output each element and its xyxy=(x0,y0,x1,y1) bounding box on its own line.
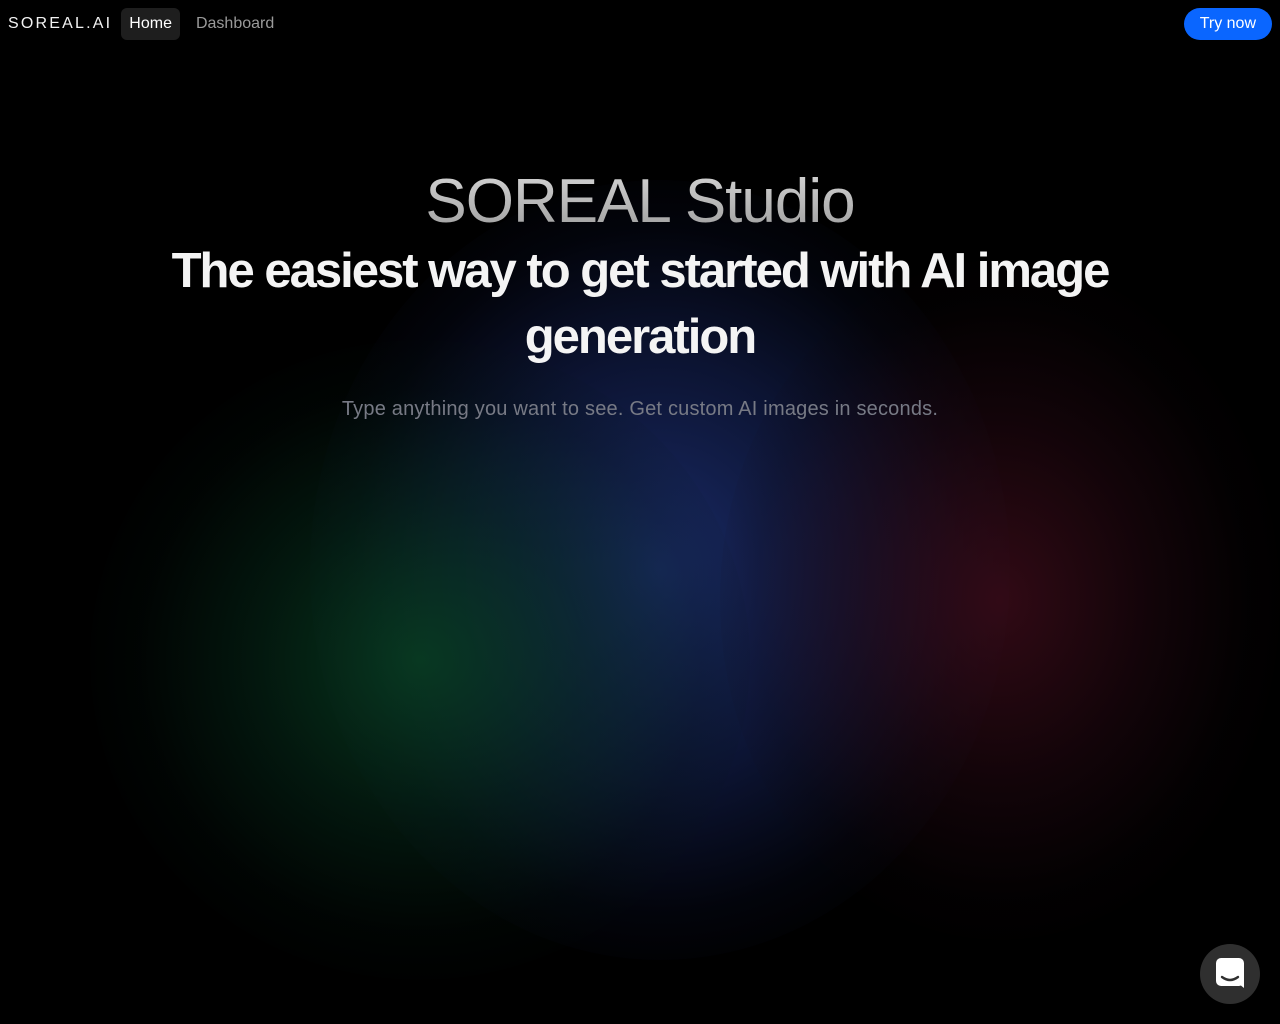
site-logo[interactable]: SOREAL.AI xyxy=(8,15,112,33)
background-glow-green xyxy=(90,340,750,980)
chat-launcher-button[interactable] xyxy=(1200,944,1260,1004)
try-now-button[interactable]: Try now xyxy=(1183,8,1272,40)
chat-icon xyxy=(1215,957,1245,992)
hero-description: Type anything you want to see. Get custo… xyxy=(341,398,939,420)
hero-section: SOREAL Studio The easiest way to get sta… xyxy=(0,166,1280,421)
nav-link-home[interactable]: Home xyxy=(121,8,180,40)
hero-subtitle: The easiest way to get started with AI i… xyxy=(171,244,1111,364)
landing-page: SOREAL.AI Home Dashboard Try now SOREAL … xyxy=(0,0,1280,1024)
nav-link-dashboard[interactable]: Dashboard xyxy=(188,8,282,40)
top-navigation: SOREAL.AI Home Dashboard Try now xyxy=(0,0,1280,48)
hero-title: SOREAL Studio xyxy=(0,166,1280,238)
